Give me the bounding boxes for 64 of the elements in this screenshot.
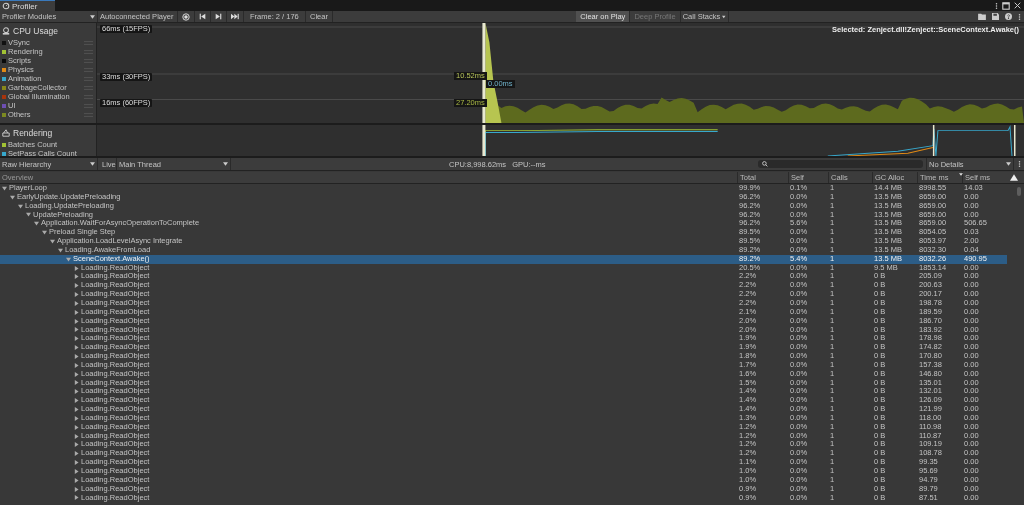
skip-back-icon xyxy=(199,13,206,20)
sort-icon xyxy=(959,173,963,176)
profiler-tab[interactable]: Profiler xyxy=(0,0,56,11)
expand-arrow-icon[interactable] xyxy=(74,477,79,483)
expand-arrow-icon[interactable] xyxy=(2,185,7,191)
caret-icon xyxy=(223,162,228,166)
scrollbar-thumb[interactable] xyxy=(1017,187,1021,196)
collapse-icon[interactable] xyxy=(1010,174,1018,181)
expand-arrow-icon[interactable] xyxy=(26,212,31,218)
expand-arrow-icon[interactable] xyxy=(74,265,79,271)
expand-arrow-icon[interactable] xyxy=(74,345,79,351)
caret-icon xyxy=(722,14,726,19)
step-forward-icon xyxy=(215,13,222,20)
module-title: Rendering xyxy=(13,128,53,138)
expand-arrow-icon[interactable] xyxy=(74,415,79,421)
expand-arrow-icon[interactable] xyxy=(74,292,79,298)
expand-arrow-icon[interactable] xyxy=(74,327,79,333)
caret-icon xyxy=(90,14,95,19)
caret-icon xyxy=(1006,162,1011,166)
more-icon[interactable] xyxy=(995,1,998,10)
expand-arrow-icon[interactable] xyxy=(74,460,79,466)
maximize-icon[interactable] xyxy=(1002,1,1010,10)
expand-arrow-icon[interactable] xyxy=(58,247,63,253)
search-field[interactable] xyxy=(758,160,923,168)
expand-arrow-icon[interactable] xyxy=(34,221,39,227)
expand-arrow-icon[interactable] xyxy=(74,495,79,501)
cpu-icon xyxy=(2,27,10,35)
search-icon xyxy=(762,161,768,167)
more-icon[interactable] xyxy=(1018,160,1021,168)
expand-arrow-icon[interactable] xyxy=(74,468,79,474)
expand-arrow-icon[interactable] xyxy=(74,371,79,377)
expand-arrow-icon[interactable] xyxy=(74,353,79,359)
expand-arrow-icon[interactable] xyxy=(74,389,79,395)
expand-arrow-icon[interactable] xyxy=(66,256,71,262)
expand-arrow-icon[interactable] xyxy=(74,433,79,439)
expand-arrow-icon[interactable] xyxy=(74,424,79,430)
expand-arrow-icon[interactable] xyxy=(42,230,47,236)
expand-arrow-icon[interactable] xyxy=(74,300,79,306)
expand-arrow-icon[interactable] xyxy=(74,380,79,386)
record-icon xyxy=(182,12,190,21)
folder-icon[interactable] xyxy=(978,13,986,20)
more-icon[interactable] xyxy=(1018,12,1021,21)
expand-arrow-icon[interactable] xyxy=(18,203,23,209)
expand-arrow-icon[interactable] xyxy=(74,398,79,404)
expand-arrow-icon[interactable] xyxy=(74,274,79,280)
gauge-icon xyxy=(2,2,10,10)
expand-arrow-icon[interactable] xyxy=(74,486,79,492)
expand-arrow-icon[interactable] xyxy=(74,336,79,342)
rendering-icon xyxy=(2,129,10,137)
module-title: CPU Usage xyxy=(13,26,58,36)
expand-arrow-icon[interactable] xyxy=(74,318,79,324)
expand-arrow-icon[interactable] xyxy=(74,407,79,412)
expand-arrow-icon[interactable] xyxy=(74,283,79,289)
expand-arrow-icon[interactable] xyxy=(74,309,79,315)
close-icon[interactable] xyxy=(1014,2,1021,9)
help-icon[interactable] xyxy=(1005,13,1012,20)
expand-arrow-icon[interactable] xyxy=(50,239,55,244)
save-icon[interactable] xyxy=(992,13,999,20)
caret-icon xyxy=(90,162,95,166)
fast-forward-icon xyxy=(231,13,239,20)
expand-arrow-icon[interactable] xyxy=(74,442,79,448)
expand-arrow-icon[interactable] xyxy=(10,194,15,200)
expand-arrow-icon[interactable] xyxy=(74,451,79,457)
expand-arrow-icon[interactable] xyxy=(74,362,79,368)
